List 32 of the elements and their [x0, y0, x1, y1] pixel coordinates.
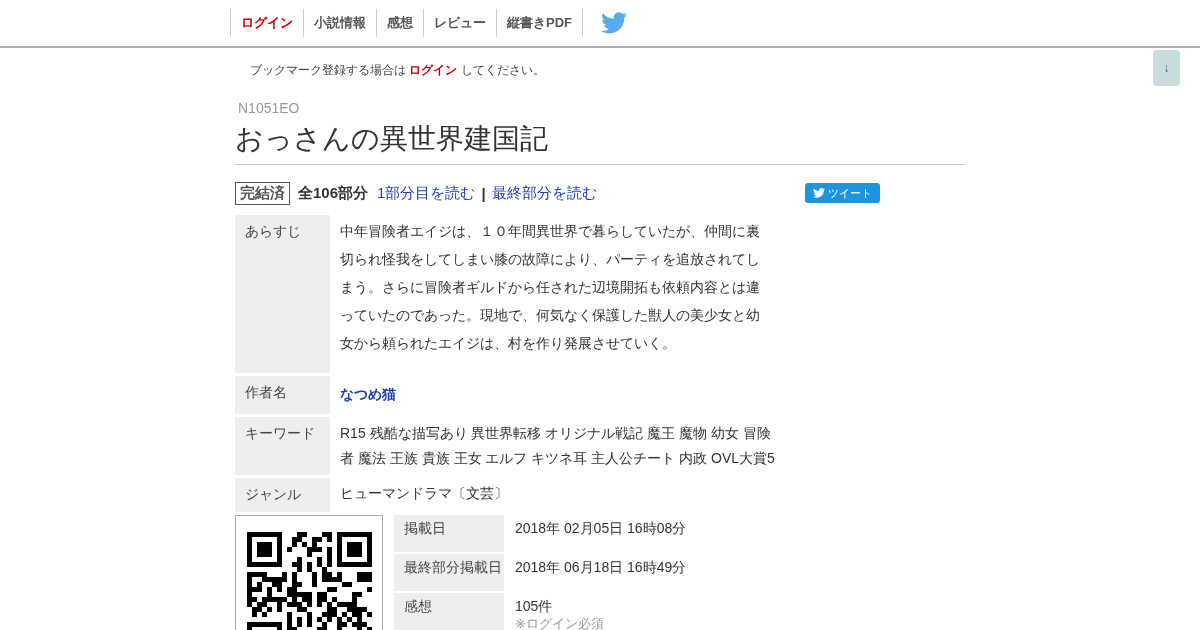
first-part-link[interactable]: 1部分目を読む: [377, 183, 476, 203]
nav-link[interactable]: レビュー: [423, 9, 496, 37]
nav-link[interactable]: 感想: [376, 9, 423, 37]
last-part-link[interactable]: 最終部分を読む: [491, 183, 597, 203]
completed-badge: 完結済: [235, 181, 290, 205]
author-link[interactable]: なつめ猫: [330, 376, 790, 414]
row-value: ヒューマンドラマ〔文芸〕: [339, 484, 509, 503]
row-value: 2018年 02月05日 16時08分: [514, 519, 688, 538]
login-link[interactable]: ログイン: [409, 63, 458, 77]
row-value: 中年冒険者エイジは、１０年間異世界で暮らしていたが、仲間に裏切られ怪我をしてしまい膝の故障により、パーティを追放されてしまう。さらに冒険者ギルドから任された辺境開拓も依頼内容とは違っていたのであった。現地で、何気なく保護した獣人の美少女と幼女から頼られたエイジは、村を作り発展させていく。: [339, 222, 761, 353]
novel-title: おっさんの異世界建国記: [235, 120, 965, 165]
ncode: N1051EO: [238, 100, 301, 116]
row-label: 掲載日: [394, 515, 504, 552]
scroll-down-button[interactable]: ↓: [1153, 50, 1180, 86]
row-label: 感想: [394, 592, 504, 630]
nav-link[interactable]: 小説情報: [303, 9, 376, 37]
login-required-note: ※ログイン必須: [515, 616, 605, 630]
separator: |: [481, 184, 486, 202]
bookmark-notice: ブックマーク登録する場合は ログイン してください。: [250, 63, 545, 77]
row-value: 105件: [515, 597, 553, 614]
row-label: 最終部分掲載日: [394, 553, 504, 591]
row-value: 2018年 06月18日 16時49分: [514, 557, 688, 577]
row-label: ジャンル: [235, 478, 330, 512]
row-value: R15 残酷な描写あり 異世界転移 オリジナル戦記 魔王 魔物 幼女 冒険者 魔法 王族 貴族 王女 エルフ キツネ耳 主人公チート 内政 OVL大賞5: [339, 424, 776, 468]
twitter-bird-icon[interactable]: [601, 12, 627, 34]
part-count: 全106部分: [298, 183, 369, 203]
row-label: 作者名: [235, 376, 330, 414]
nav-link[interactable]: ログイン: [230, 9, 303, 37]
row-label: キーワード: [235, 417, 330, 475]
nav-link[interactable]: 縦書きPDF: [496, 9, 582, 37]
twitter-bird-icon: [813, 188, 825, 198]
row-label: あらすじ: [235, 215, 330, 373]
